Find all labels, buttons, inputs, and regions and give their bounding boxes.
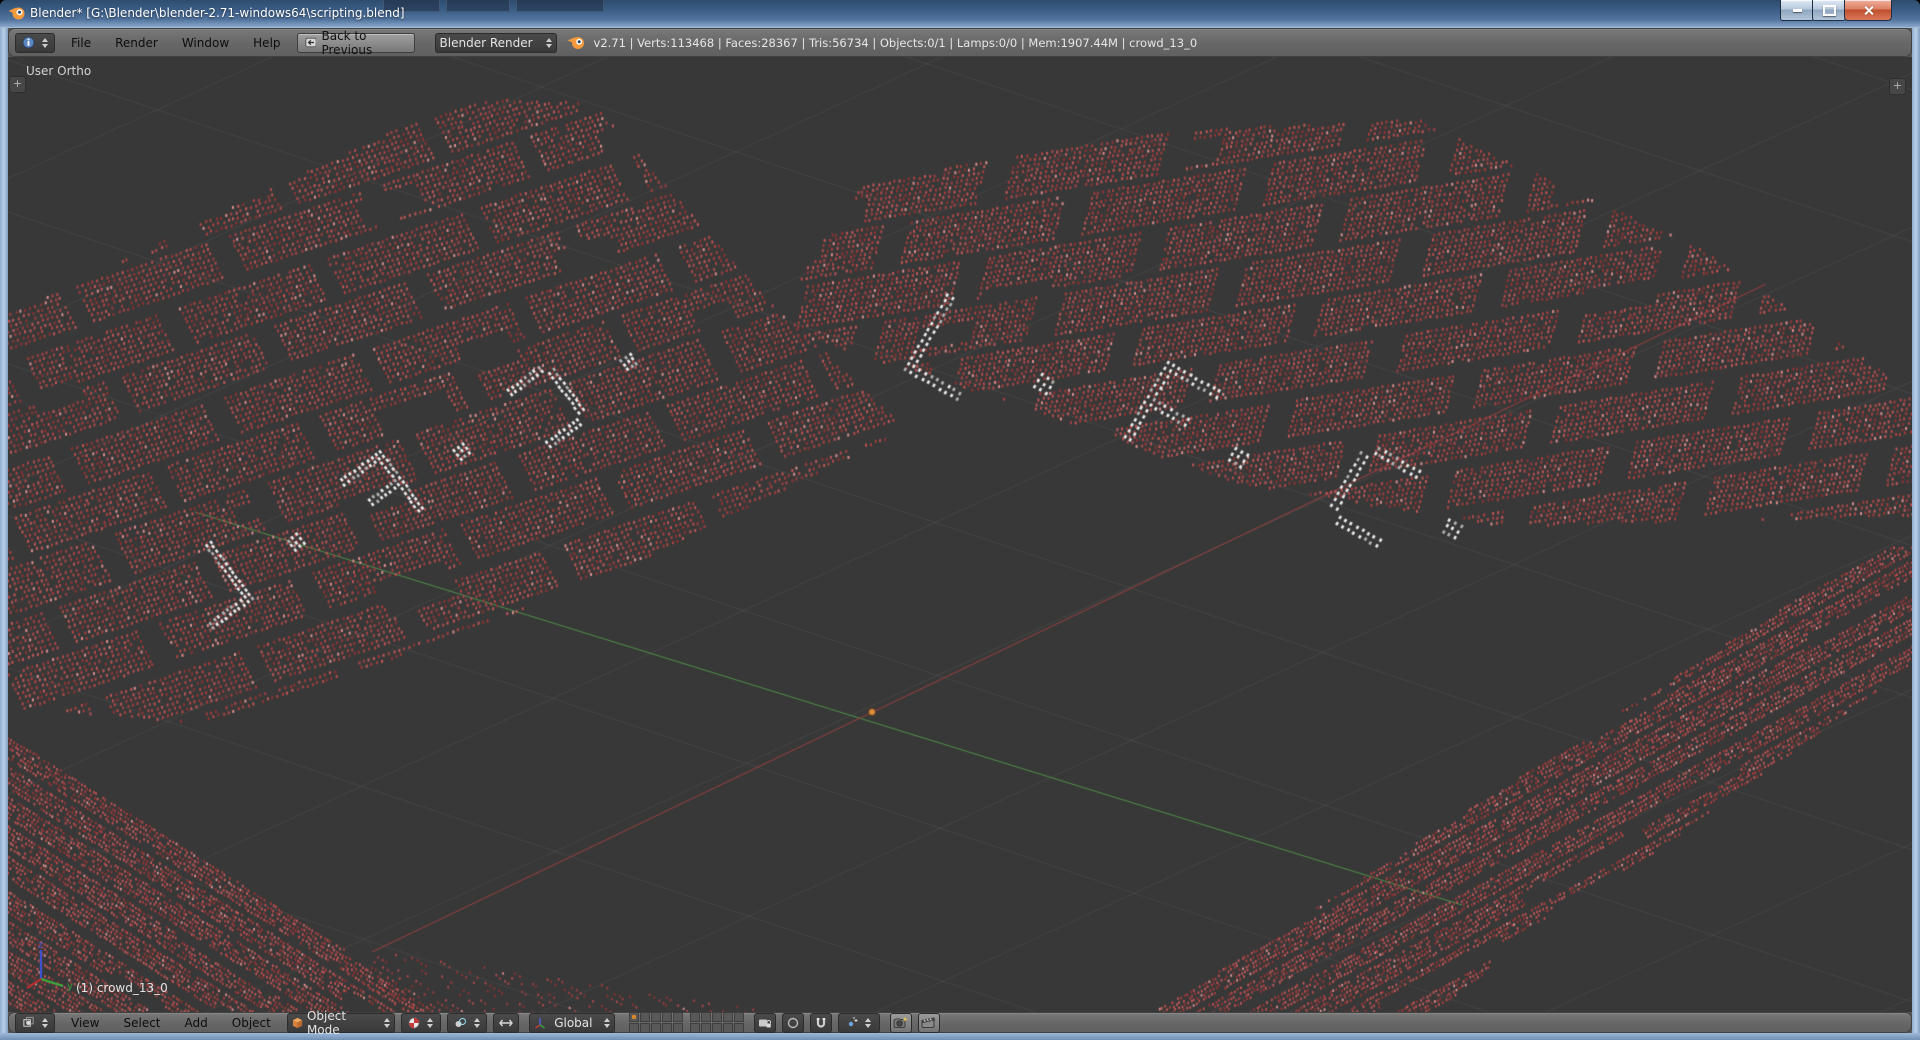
toolshelf-expand-tab[interactable]: +: [9, 76, 26, 93]
editor-type-spinner[interactable]: [42, 38, 48, 48]
layer-cell[interactable]: [662, 1023, 672, 1033]
view3d-editor-icon: [22, 1016, 35, 1029]
layer-cell[interactable]: [712, 1023, 722, 1033]
gizmo-z-label: z: [38, 940, 43, 951]
pivot-icon: [454, 1017, 467, 1029]
layer-cell[interactable]: [651, 1012, 661, 1022]
gizmo-y-label: y: [67, 981, 73, 992]
shading-ball-icon: [408, 1017, 420, 1029]
layer-group: [690, 1012, 744, 1033]
layer-cell[interactable]: [723, 1012, 733, 1022]
render-engine-value: Blender Render: [440, 36, 533, 50]
layer-cell[interactable]: [690, 1012, 700, 1022]
pivot-spinner[interactable]: [474, 1018, 480, 1028]
back-to-previous-button[interactable]: Back to Previous: [297, 33, 415, 53]
menu-add[interactable]: Add: [183, 1016, 210, 1030]
clapperboard-icon: [921, 1016, 936, 1029]
orientation-value: Global: [554, 1016, 592, 1030]
layer-cell[interactable]: [734, 1023, 744, 1033]
viewport-shading-select[interactable]: [401, 1013, 441, 1033]
layer-cell[interactable]: [701, 1023, 711, 1033]
axis-gizmo: z y: [20, 940, 84, 996]
scene-statistics: v2.71 | Verts:113468 | Faces:28367 | Tri…: [594, 36, 1198, 50]
menu-select[interactable]: Select: [121, 1016, 162, 1030]
snap-element-spinner[interactable]: [865, 1018, 871, 1028]
menu-render[interactable]: Render: [113, 36, 160, 50]
layer-cell[interactable]: [701, 1012, 711, 1022]
object-mode-cube-icon: [292, 1017, 303, 1029]
layer-cell[interactable]: [673, 1023, 683, 1033]
editor-type-spinner[interactable]: [42, 1018, 48, 1028]
render-camera-icon: [893, 1016, 908, 1029]
snap-element-select[interactable]: [838, 1013, 880, 1033]
center-points-icon: [499, 1018, 513, 1028]
editor-type-selector-3dview[interactable]: [15, 1013, 55, 1033]
view3d-header-bar: View Select Add Object Object Mode: [8, 1012, 1912, 1033]
menu-window[interactable]: Window: [180, 36, 231, 50]
layer-cell[interactable]: [640, 1012, 650, 1022]
menu-help[interactable]: Help: [251, 36, 282, 50]
render-animation-button[interactable]: [918, 1013, 940, 1033]
window-title: Blender* [G:\Blender\blender-2.71-window…: [30, 6, 405, 20]
restore-button[interactable]: [1812, 0, 1846, 21]
layer-cell[interactable]: [673, 1012, 683, 1022]
view-name-label: User Ortho: [26, 64, 91, 78]
layer-cell[interactable]: [662, 1012, 672, 1022]
snap-toggle[interactable]: [810, 1013, 832, 1033]
info-editor-icon: [22, 36, 35, 49]
close-button[interactable]: [1844, 0, 1892, 21]
background-window-fragment: [446, 0, 510, 12]
layer-cell[interactable]: [651, 1023, 661, 1033]
menu-object[interactable]: Object: [230, 1016, 273, 1030]
orientation-spinner[interactable]: [604, 1018, 610, 1028]
magnet-icon: [815, 1017, 827, 1029]
blender-logo-icon: [567, 35, 586, 50]
menu-view[interactable]: View: [69, 1016, 101, 1030]
active-object-label: (1) crowd_13_0: [76, 981, 168, 995]
mode-select[interactable]: Object Mode: [287, 1013, 395, 1033]
back-arrow-icon: [305, 36, 317, 49]
mode-value: Object Mode: [307, 1009, 377, 1037]
axis-tripod-icon: [534, 1017, 546, 1029]
viewport-canvas[interactable]: [8, 57, 1912, 1012]
manipulate-center-points-toggle[interactable]: [493, 1013, 519, 1033]
editor-type-selector[interactable]: [15, 33, 55, 53]
layer-cell[interactable]: [723, 1023, 733, 1033]
proportional-edit-toggle[interactable]: [782, 1013, 804, 1033]
3d-viewport[interactable]: User Ortho + + z y (1) crowd_13_0: [8, 57, 1912, 1012]
render-still-button[interactable]: [890, 1013, 912, 1033]
window-border-bottom: [0, 1033, 1920, 1040]
transform-orientation-select[interactable]: Global: [529, 1013, 615, 1033]
info-header-bar: File Render Window Help Back to Previous…: [8, 28, 1912, 57]
menu-file[interactable]: File: [69, 36, 93, 50]
mode-spinner[interactable]: [384, 1018, 390, 1028]
snap-target-icon: [846, 1017, 858, 1029]
proportional-circle-icon: [787, 1017, 799, 1029]
layers-widget: [629, 1012, 744, 1033]
render-engine-select[interactable]: Blender Render: [435, 33, 557, 53]
layer-cell[interactable]: [629, 1023, 639, 1033]
layer-cell[interactable]: [640, 1023, 650, 1033]
blender-app-icon: [8, 5, 26, 21]
back-to-previous-label: Back to Previous: [321, 29, 406, 57]
layer-cell[interactable]: [629, 1012, 639, 1022]
background-window-fragment: [516, 0, 604, 12]
render-engine-spinner[interactable]: [546, 38, 552, 48]
pivot-point-select[interactable]: [447, 1013, 487, 1033]
properties-expand-tab[interactable]: +: [1889, 78, 1906, 95]
minimize-button[interactable]: [1780, 0, 1814, 21]
layer-cell[interactable]: [690, 1023, 700, 1033]
layer-cell[interactable]: [712, 1012, 722, 1022]
shading-spinner[interactable]: [427, 1018, 433, 1028]
scene-lock-icon: [758, 1017, 771, 1029]
window-titlebar[interactable]: Blender* [G:\Blender\blender-2.71-window…: [0, 0, 1920, 28]
window-border-right: [1912, 28, 1920, 1040]
lock-to-scene-toggle[interactable]: [754, 1013, 776, 1033]
window-border-left: [0, 28, 8, 1040]
screen: { "window": { "title": "Blender* [G:\\Bl…: [0, 0, 1920, 1040]
layer-cell[interactable]: [734, 1012, 744, 1022]
layer-group: [629, 1012, 683, 1033]
